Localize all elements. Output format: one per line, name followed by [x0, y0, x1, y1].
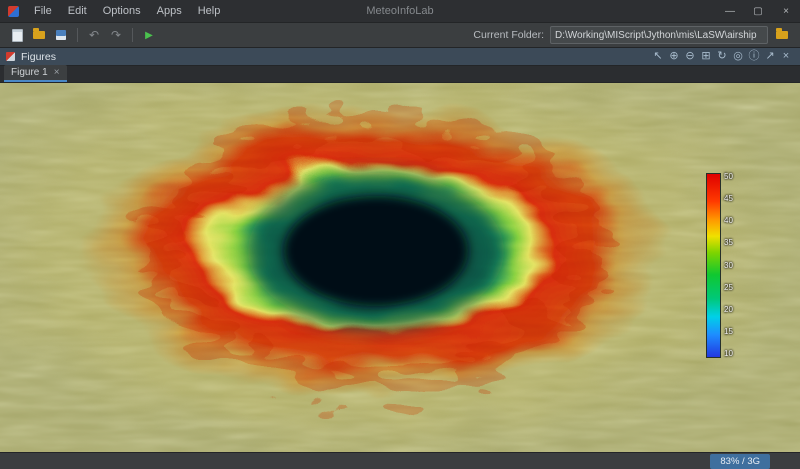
save-icon — [56, 30, 66, 40]
zoom-in-icon[interactable]: ⊕ — [666, 48, 682, 65]
figures-panel-icon — [6, 52, 15, 61]
colorbar-tick-label: 50 — [724, 173, 733, 181]
figure-canvas[interactable]: 50 45 40 35 30 25 20 15 10 — [0, 83, 800, 452]
colorbar-gradient — [706, 173, 721, 358]
colorbar-tick-label: 30 — [724, 262, 733, 270]
undo-button[interactable]: ↶ — [84, 25, 104, 45]
undock-icon[interactable]: ↗ — [762, 48, 778, 65]
menu-bar: MeteoInfoLab FileEditOptionsAppsHelp — ▢… — [0, 0, 800, 23]
main-toolbar: ↶ ↷ ▶ Current Folder: — [0, 23, 800, 48]
menu-file[interactable]: File — [26, 0, 60, 22]
new-script-button[interactable] — [7, 25, 27, 45]
close-button[interactable]: × — [772, 0, 800, 22]
typhoon-visualization — [0, 83, 800, 452]
app-logo-icon — [8, 6, 19, 17]
browse-folder-icon — [776, 31, 788, 39]
memory-usage-badge[interactable]: 83% / 3G — [710, 454, 770, 469]
colorbar-tick-label: 20 — [724, 306, 733, 314]
figures-panel-title: Figures — [21, 51, 56, 63]
colorbar-tick-label: 10 — [724, 350, 733, 358]
maximize-button[interactable]: ▢ — [744, 0, 772, 22]
colorbar-tick-label: 15 — [724, 328, 733, 336]
undo-icon: ↶ — [89, 28, 99, 42]
open-button[interactable] — [29, 25, 49, 45]
tab-figure-1-label: Figure 1 — [11, 67, 48, 78]
current-folder-label: Current Folder: — [473, 29, 544, 41]
status-bar: 83% / 3G — [0, 452, 800, 469]
meteoinfolab-window: MeteoInfoLab FileEditOptionsAppsHelp — ▢… — [0, 0, 800, 469]
zoom-out-icon[interactable]: ⊖ — [682, 48, 698, 65]
run-icon: ▶ — [145, 30, 153, 41]
browse-folder-button[interactable] — [772, 25, 792, 45]
menu-apps[interactable]: Apps — [149, 0, 190, 22]
toolbar-separator — [77, 28, 78, 42]
toolbar-separator — [132, 28, 133, 42]
full-extent-icon[interactable]: ◎ — [730, 48, 746, 65]
menu-help[interactable]: Help — [190, 0, 229, 22]
run-button[interactable]: ▶ — [139, 25, 159, 45]
colorbar-tick-label: 25 — [724, 284, 733, 292]
colorbar-tick-label: 45 — [724, 195, 733, 203]
menu-options[interactable]: Options — [95, 0, 149, 22]
tab-close-icon[interactable]: × — [54, 67, 60, 78]
menu-bar-items: FileEditOptionsAppsHelp — [26, 0, 228, 22]
current-folder-group: Current Folder: — [473, 25, 794, 45]
colorbar-ticks: 50 45 40 35 30 25 20 15 10 — [724, 173, 733, 358]
redo-button[interactable]: ↷ — [106, 25, 126, 45]
identify-icon[interactable]: ⓘ — [746, 48, 762, 65]
close-panel-icon[interactable]: × — [778, 48, 794, 65]
pan-icon[interactable]: ⊞ — [698, 48, 714, 65]
pointer-icon[interactable]: ↖ — [650, 48, 666, 65]
minimize-button[interactable]: — — [716, 0, 744, 22]
new-file-icon — [12, 29, 23, 42]
redo-icon: ↷ — [111, 28, 121, 42]
menu-edit[interactable]: Edit — [60, 0, 95, 22]
colorbar: 50 45 40 35 30 25 20 15 10 — [706, 173, 733, 358]
tab-figure-1[interactable]: Figure 1 × — [4, 65, 67, 82]
figures-panel-header: Figures ↖⊕⊖⊞↻◎ⓘ↗× — [0, 48, 800, 66]
window-controls: — ▢ × — [716, 0, 800, 22]
colorbar-tick-label: 35 — [724, 239, 733, 247]
open-folder-icon — [33, 31, 45, 39]
rotate-icon[interactable]: ↻ — [714, 48, 730, 65]
save-button[interactable] — [51, 25, 71, 45]
current-folder-input[interactable] — [550, 26, 768, 44]
colorbar-tick-label: 40 — [724, 217, 733, 225]
figures-toolbar: ↖⊕⊖⊞↻◎ⓘ↗× — [650, 48, 794, 65]
figure-tab-bar: Figure 1 × — [0, 66, 800, 83]
